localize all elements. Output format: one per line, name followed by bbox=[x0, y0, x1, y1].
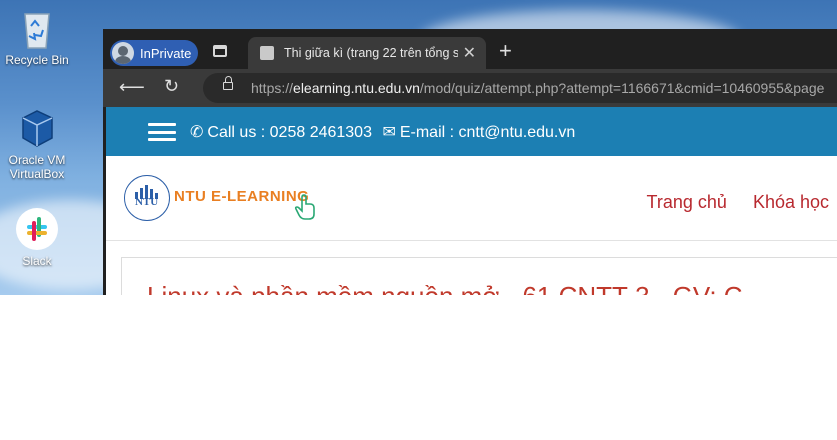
pointer-hand-icon bbox=[294, 194, 315, 220]
refresh-icon[interactable]: ↻ bbox=[164, 76, 179, 97]
virtualbox-label: Oracle VM VirtualBox bbox=[8, 153, 66, 181]
desktop-icon-slack[interactable]: Slack bbox=[1, 207, 73, 268]
inprivate-badge[interactable]: InPrivate bbox=[110, 40, 198, 66]
recycle-bin-icon bbox=[15, 6, 59, 50]
url-field[interactable]: https://elearning.ntu.edu.vn/mod/quiz/at… bbox=[203, 73, 837, 103]
nav-courses[interactable]: Khóa học bbox=[753, 192, 829, 212]
lock-icon[interactable] bbox=[223, 76, 233, 90]
logo-text[interactable]: NTU E-LEARNING bbox=[174, 188, 309, 205]
url-host: elearning.ntu.edu.vn bbox=[293, 80, 420, 96]
course-card: Linux và phần mềm nguồn mở - 61.CNTT-3 -… bbox=[121, 257, 837, 295]
slack-icon bbox=[15, 207, 59, 251]
site-header: NTU NTU E-LEARNING Trang chủ Khóa học bbox=[106, 156, 837, 241]
hamburger-menu-icon[interactable] bbox=[148, 123, 176, 141]
slack-label: Slack bbox=[22, 254, 52, 268]
tab-actions-icon[interactable] bbox=[213, 45, 227, 57]
main-nav: Trang chủ Khóa học bbox=[647, 192, 837, 213]
logo-badge-text: NTU bbox=[135, 196, 159, 208]
tab-favicon-icon bbox=[260, 46, 274, 60]
phone-icon: ✆ bbox=[190, 124, 204, 141]
url-text: https://elearning.ntu.edu.vn/mod/quiz/at… bbox=[251, 80, 824, 96]
desktop-icon-virtualbox[interactable]: Oracle VM VirtualBox bbox=[1, 106, 73, 181]
email-text: E-mail : cntt@ntu.edu.vn bbox=[399, 124, 576, 141]
course-title: Linux và phần mềm nguồn mở - 61.CNTT-3 -… bbox=[147, 281, 743, 295]
contact-info: ✆ Call us : 0258 2461303 ✉ E-mail : cntt@n… bbox=[190, 122, 575, 142]
contact-bar: ✆ Call us : 0258 2461303 ✉ E-mail : cntt@n… bbox=[106, 107, 837, 156]
tab-bar: InPrivate Thi giữa kì (trang 22 trên tổn… bbox=[103, 29, 837, 69]
address-bar: ⟵ ↻ https://elearning.ntu.edu.vn/mod/qui… bbox=[103, 69, 837, 107]
url-scheme: https:// bbox=[251, 80, 294, 96]
virtualbox-icon bbox=[15, 106, 59, 150]
url-path: /mod/quiz/attempt.php?attempt=1166671&cm… bbox=[419, 80, 825, 96]
ntu-logo-icon[interactable]: NTU bbox=[124, 175, 170, 221]
blank-area bbox=[0, 295, 837, 440]
tab-close-icon[interactable]: ✕ bbox=[463, 43, 476, 63]
inprivate-label: InPrivate bbox=[140, 45, 192, 61]
tab-active[interactable]: Thi giữa kì (trang 22 trên tổng số ✕ bbox=[248, 37, 486, 69]
envelope-icon: ✉ bbox=[382, 124, 396, 141]
profile-avatar-icon bbox=[112, 42, 134, 64]
call-text: Call us : 0258 2461303 bbox=[207, 124, 372, 141]
recycle-bin-label: Recycle Bin bbox=[5, 53, 69, 67]
new-tab-icon[interactable]: + bbox=[499, 38, 512, 64]
back-arrow-icon[interactable]: ⟵ bbox=[119, 77, 145, 98]
web-page: ✆ Call us : 0258 2461303 ✉ E-mail : cntt@n… bbox=[106, 107, 837, 295]
desktop-icon-recycle-bin[interactable]: Recycle Bin bbox=[1, 6, 73, 67]
tab-title: Thi giữa kì (trang 22 trên tổng số bbox=[284, 46, 458, 60]
nav-home[interactable]: Trang chủ bbox=[647, 192, 727, 212]
